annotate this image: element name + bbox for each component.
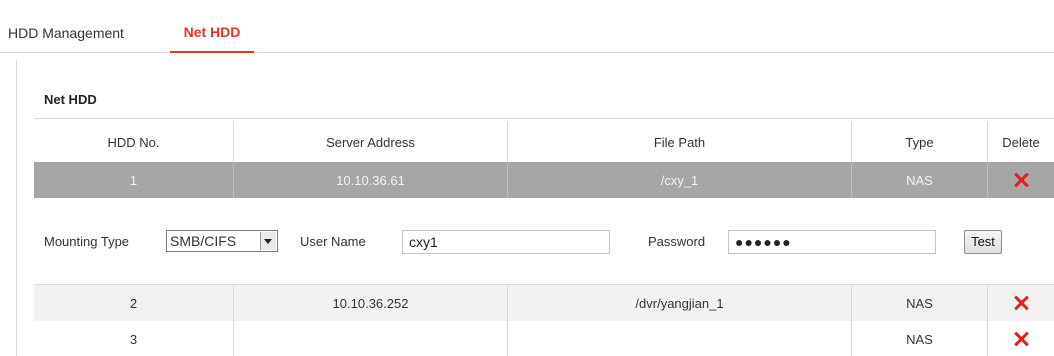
cell-type: NAS	[852, 285, 988, 321]
table-row[interactable]: 1 10.10.36.61 /cxy_1 NAS	[34, 162, 1054, 198]
header-type: Type	[852, 122, 988, 162]
table-row[interactable]: 2 10.10.36.252 /dvr/yangjian_1 NAS	[34, 284, 1054, 322]
tab-net-hdd[interactable]: Net HDD	[170, 12, 254, 53]
mounting-type-value: SMB/CIFS	[170, 233, 237, 249]
tab-hdd-management[interactable]: HDD Management	[8, 12, 124, 52]
test-button[interactable]: Test	[964, 230, 1002, 254]
mount-settings-panel: Mounting Type SMB/CIFS User Name cxy1 Pa…	[34, 198, 1054, 284]
net-hdd-page: HDD Management Net HDD Net HDD HDD No. S…	[0, 0, 1054, 356]
section-title: Net HDD	[44, 92, 97, 107]
tab-bar: HDD Management Net HDD	[0, 12, 1054, 53]
cell-file-path: /dvr/yangjian_1	[508, 285, 852, 321]
cell-type: NAS	[852, 321, 988, 356]
password-label: Password	[648, 234, 706, 249]
cell-delete	[988, 285, 1054, 321]
cell-file-path	[508, 321, 852, 356]
cell-server-address	[234, 321, 508, 356]
section-divider	[34, 118, 1054, 119]
cell-delete	[988, 162, 1054, 198]
panel-border	[16, 60, 17, 356]
cell-delete	[988, 321, 1054, 356]
mounting-type-select[interactable]: SMB/CIFS	[166, 230, 278, 252]
password-input[interactable]: ●●●●●●	[728, 230, 936, 254]
header-file-path: File Path	[508, 122, 852, 162]
user-name-input[interactable]: cxy1	[402, 230, 610, 254]
header-delete: Delete	[1002, 134, 1040, 150]
mounting-type-label: Mounting Type	[44, 234, 130, 249]
delete-x-icon[interactable]	[1014, 332, 1028, 346]
table-row[interactable]: 3 NAS	[34, 321, 1054, 356]
cell-type: NAS	[852, 162, 988, 198]
table-header-row: HDD No. Server Address File Path Type De…	[34, 122, 1054, 163]
header-server-address: Server Address	[234, 122, 508, 162]
cell-hdd-no: 1	[34, 162, 234, 198]
cell-server-address: 10.10.36.61	[234, 162, 508, 198]
header-hdd-no: HDD No.	[34, 122, 234, 162]
chevron-down-icon[interactable]	[260, 232, 276, 250]
cell-server-address: 10.10.36.252	[234, 285, 508, 321]
cell-hdd-no: 2	[34, 285, 234, 321]
delete-x-icon[interactable]	[1014, 296, 1028, 310]
user-name-label: User Name	[300, 234, 366, 249]
cell-file-path: /cxy_1	[508, 162, 852, 198]
cell-hdd-no: 3	[34, 321, 234, 356]
delete-x-icon[interactable]	[1014, 173, 1028, 187]
